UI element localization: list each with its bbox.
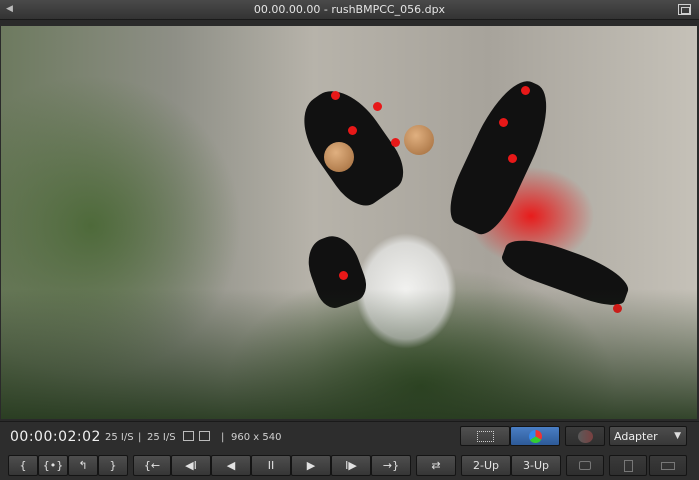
split-vertical-button[interactable] <box>609 455 647 476</box>
three-up-button[interactable]: 3-Up <box>511 455 561 476</box>
mark-out-button[interactable]: } <box>98 455 128 476</box>
play-icon: ▶ <box>306 459 316 472</box>
output-select[interactable]: Adapter ▼ <box>609 426 687 446</box>
fullscreen-icon[interactable] <box>678 4 691 15</box>
compare-icon <box>578 430 593 443</box>
play-reverse-icon: ◀ <box>226 459 236 472</box>
grid-view-button[interactable] <box>460 426 510 446</box>
control-bar: 00:00:02:02 25 I/S | 25 I/S | 960 x 540 … <box>0 421 699 480</box>
split-horizontal-button[interactable] <box>649 455 687 476</box>
fps-readout-b: 25 I/S <box>147 432 176 443</box>
mark-clip-icon: {•} <box>42 459 64 472</box>
dot <box>499 118 508 127</box>
next-mark-button[interactable]: →} <box>371 455 411 476</box>
title-bar: ◀ 00.00.00.00 - rushBMPCC_056.dpx <box>0 0 699 20</box>
dot <box>508 154 517 163</box>
snapshot-button[interactable] <box>566 455 604 476</box>
grid-view-icon <box>477 431 494 442</box>
monitor-icon[interactable] <box>183 431 194 441</box>
fps-readout-a: 25 I/S <box>105 432 134 443</box>
dot <box>373 102 382 111</box>
split-horizontal-icon <box>661 461 675 470</box>
dot <box>348 126 357 135</box>
loop-icon: ⇄ <box>431 459 441 472</box>
timecode-display: 00:00:02:02 <box>10 429 101 445</box>
step-forward-icon: I▶ <box>345 459 357 472</box>
step-forward-button[interactable]: I▶ <box>331 455 371 476</box>
resolution-readout: 960 x 540 <box>231 432 282 443</box>
video-viewer[interactable] <box>1 26 697 419</box>
play-reverse-button[interactable]: ◀ <box>211 455 251 476</box>
prev-mark-icon: {← <box>143 459 161 472</box>
prev-mark-button[interactable]: {← <box>133 455 171 476</box>
camera-icon <box>579 461 591 470</box>
step-back-button[interactable]: ◀I <box>171 455 211 476</box>
separator: | <box>221 432 225 443</box>
mark-in-button[interactable]: { <box>8 455 38 476</box>
go-to-in-icon: ↰ <box>78 459 88 472</box>
color-view-button[interactable] <box>510 426 560 446</box>
save-icon[interactable] <box>199 431 210 441</box>
loop-button[interactable]: ⇄ <box>416 455 456 476</box>
next-mark-icon: →} <box>382 459 400 472</box>
output-select-value: Adapter <box>614 430 658 443</box>
window-title: 00.00.00.00 - rushBMPCC_056.dpx <box>253 3 446 16</box>
mark-in-icon: { <box>19 459 27 472</box>
go-to-in-button[interactable]: ↰ <box>68 455 98 476</box>
collapse-arrow-icon[interactable]: ◀ <box>6 4 13 14</box>
mark-clip-button[interactable]: {•} <box>38 455 68 476</box>
antenna-bulb-right <box>404 125 434 155</box>
foliage <box>1 289 697 419</box>
dot <box>391 138 400 147</box>
play-button[interactable]: ▶ <box>291 455 331 476</box>
mark-out-icon: } <box>109 459 117 472</box>
dot <box>521 86 530 95</box>
step-back-icon: ◀I <box>185 459 197 472</box>
compare-button[interactable] <box>565 426 605 446</box>
two-up-button[interactable]: 2-Up <box>461 455 511 476</box>
color-wheel-icon <box>529 430 542 443</box>
pause-button[interactable]: II <box>251 455 291 476</box>
separator: | <box>138 432 142 443</box>
pause-icon: II <box>267 459 275 472</box>
dot <box>331 91 340 100</box>
split-vertical-icon <box>623 459 633 472</box>
chevron-down-icon: ▼ <box>674 431 681 441</box>
dot <box>339 271 348 280</box>
ladybug-wing-right <box>440 70 562 242</box>
antenna-bulb-left <box>324 142 354 172</box>
